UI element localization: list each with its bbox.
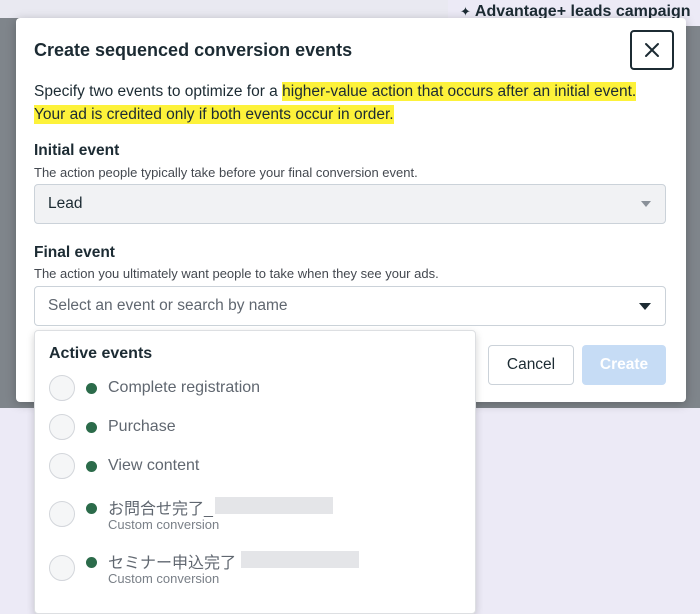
event-dropdown-list: Active events Complete registration Purc… xyxy=(34,330,476,614)
event-label: お問合せ完了_ xyxy=(108,501,213,518)
event-type-label: Custom conversion xyxy=(108,571,220,586)
create-button[interactable]: Create xyxy=(582,345,666,385)
description-highlight-2: Your ad is credited only if both events … xyxy=(34,105,394,124)
list-item[interactable]: Purchase xyxy=(35,408,475,452)
final-event-search-input[interactable]: Select an event or search by name xyxy=(34,286,666,326)
cancel-button[interactable]: Cancel xyxy=(488,345,574,385)
radio-button[interactable] xyxy=(49,453,75,479)
close-button[interactable] xyxy=(630,30,674,70)
chevron-down-icon[interactable] xyxy=(639,303,651,310)
radio-button[interactable] xyxy=(49,555,75,581)
event-label: View content xyxy=(108,457,200,474)
final-event-help: The action you ultimately want people to… xyxy=(34,266,439,281)
active-status-dot xyxy=(86,422,97,433)
dropdown-heading: Active events xyxy=(49,345,153,362)
radio-button[interactable] xyxy=(49,414,75,440)
active-status-dot xyxy=(86,503,97,514)
final-event-label: Final event xyxy=(34,244,115,261)
redacted-text xyxy=(215,497,333,514)
list-item[interactable]: Complete registration xyxy=(35,369,475,413)
initial-event-select[interactable]: Lead xyxy=(34,184,666,224)
list-item[interactable]: セミナー申込完了 Custom conversion xyxy=(35,545,475,595)
initial-event-help: The action people typically take before … xyxy=(34,165,418,180)
event-label: Complete registration xyxy=(108,379,261,396)
list-item[interactable]: お問合せ完了_ Custom conversion xyxy=(35,491,475,541)
dialog-title: Create sequenced conversion events xyxy=(34,40,353,60)
initial-event-label: Initial event xyxy=(34,142,120,159)
event-label: セミナー申込完了 xyxy=(108,555,237,572)
sparkle-icon: ✦ xyxy=(460,4,471,19)
event-label: Purchase xyxy=(108,418,176,435)
initial-event-value: Lead xyxy=(48,195,83,212)
final-event-placeholder: Select an event or search by name xyxy=(48,297,288,314)
redacted-text xyxy=(241,551,359,568)
dialog-description: Specify two events to optimize for a hig… xyxy=(34,80,674,126)
close-icon xyxy=(645,43,659,57)
event-type-label: Custom conversion xyxy=(108,517,220,532)
radio-button[interactable] xyxy=(49,375,75,401)
active-status-dot xyxy=(86,557,97,568)
description-highlight-1: higher-value action that occurs after an… xyxy=(282,82,637,101)
active-status-dot xyxy=(86,461,97,472)
active-status-dot xyxy=(86,383,97,394)
description-text: Specify two events to optimize for a xyxy=(34,83,283,100)
chevron-down-icon xyxy=(641,201,651,207)
list-item[interactable]: View content xyxy=(35,447,475,491)
radio-button[interactable] xyxy=(49,501,75,527)
